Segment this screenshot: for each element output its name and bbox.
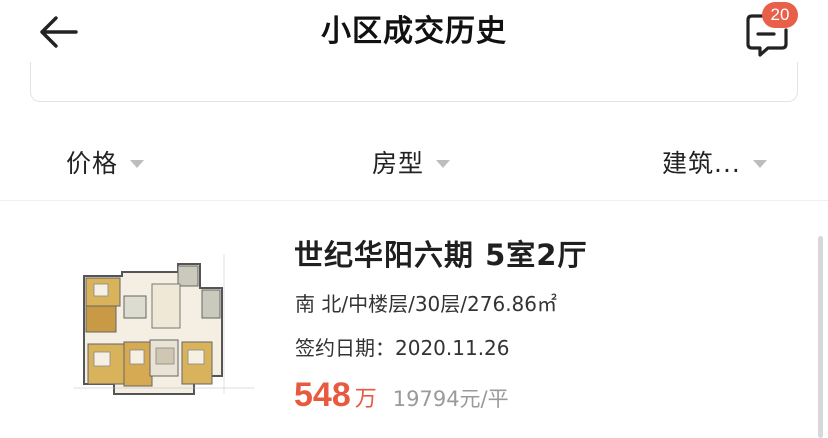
caret-down-icon	[130, 159, 145, 168]
filter-label: 建筑...	[662, 149, 741, 178]
message-count-badge: 20	[762, 2, 798, 28]
scrollbar[interactable]	[818, 236, 823, 438]
total-price: 548	[294, 376, 351, 414]
filter-label: 价格	[66, 149, 119, 178]
divider	[0, 200, 828, 201]
filter-label: 房型	[372, 149, 425, 178]
price-unit: 万	[354, 387, 377, 412]
unit-price: 19794元/平	[392, 387, 509, 411]
listing-title: 世纪华阳六期 5室2厅	[294, 238, 588, 272]
page-title: 小区成交历史	[321, 14, 507, 49]
filter-bar: 价格 房型 建筑...	[0, 136, 828, 188]
collapsed-search-card	[30, 62, 798, 102]
signing-date: 签约日期：2020.11.26	[295, 336, 510, 360]
filter-layout[interactable]: 房型	[372, 136, 451, 188]
caret-down-icon	[752, 159, 767, 168]
floorplan-image	[74, 244, 254, 404]
filter-area[interactable]: 建筑...	[662, 136, 767, 188]
price-row: 548 万 19794元/平	[294, 376, 509, 420]
caret-down-icon	[436, 159, 451, 168]
filter-price[interactable]: 价格	[66, 136, 145, 188]
deal-history-screen: 小区成交历史 20 价格 房型 建筑... 世纪华阳六期 5室2厅 南 北/中楼…	[0, 0, 828, 438]
deal-list-item[interactable]: 世纪华阳六期 5室2厅 南 北/中楼层/30层/276.86㎡ 签约日期：202…	[0, 202, 828, 438]
listing-info: 南 北/中楼层/30层/276.86㎡	[295, 292, 558, 316]
